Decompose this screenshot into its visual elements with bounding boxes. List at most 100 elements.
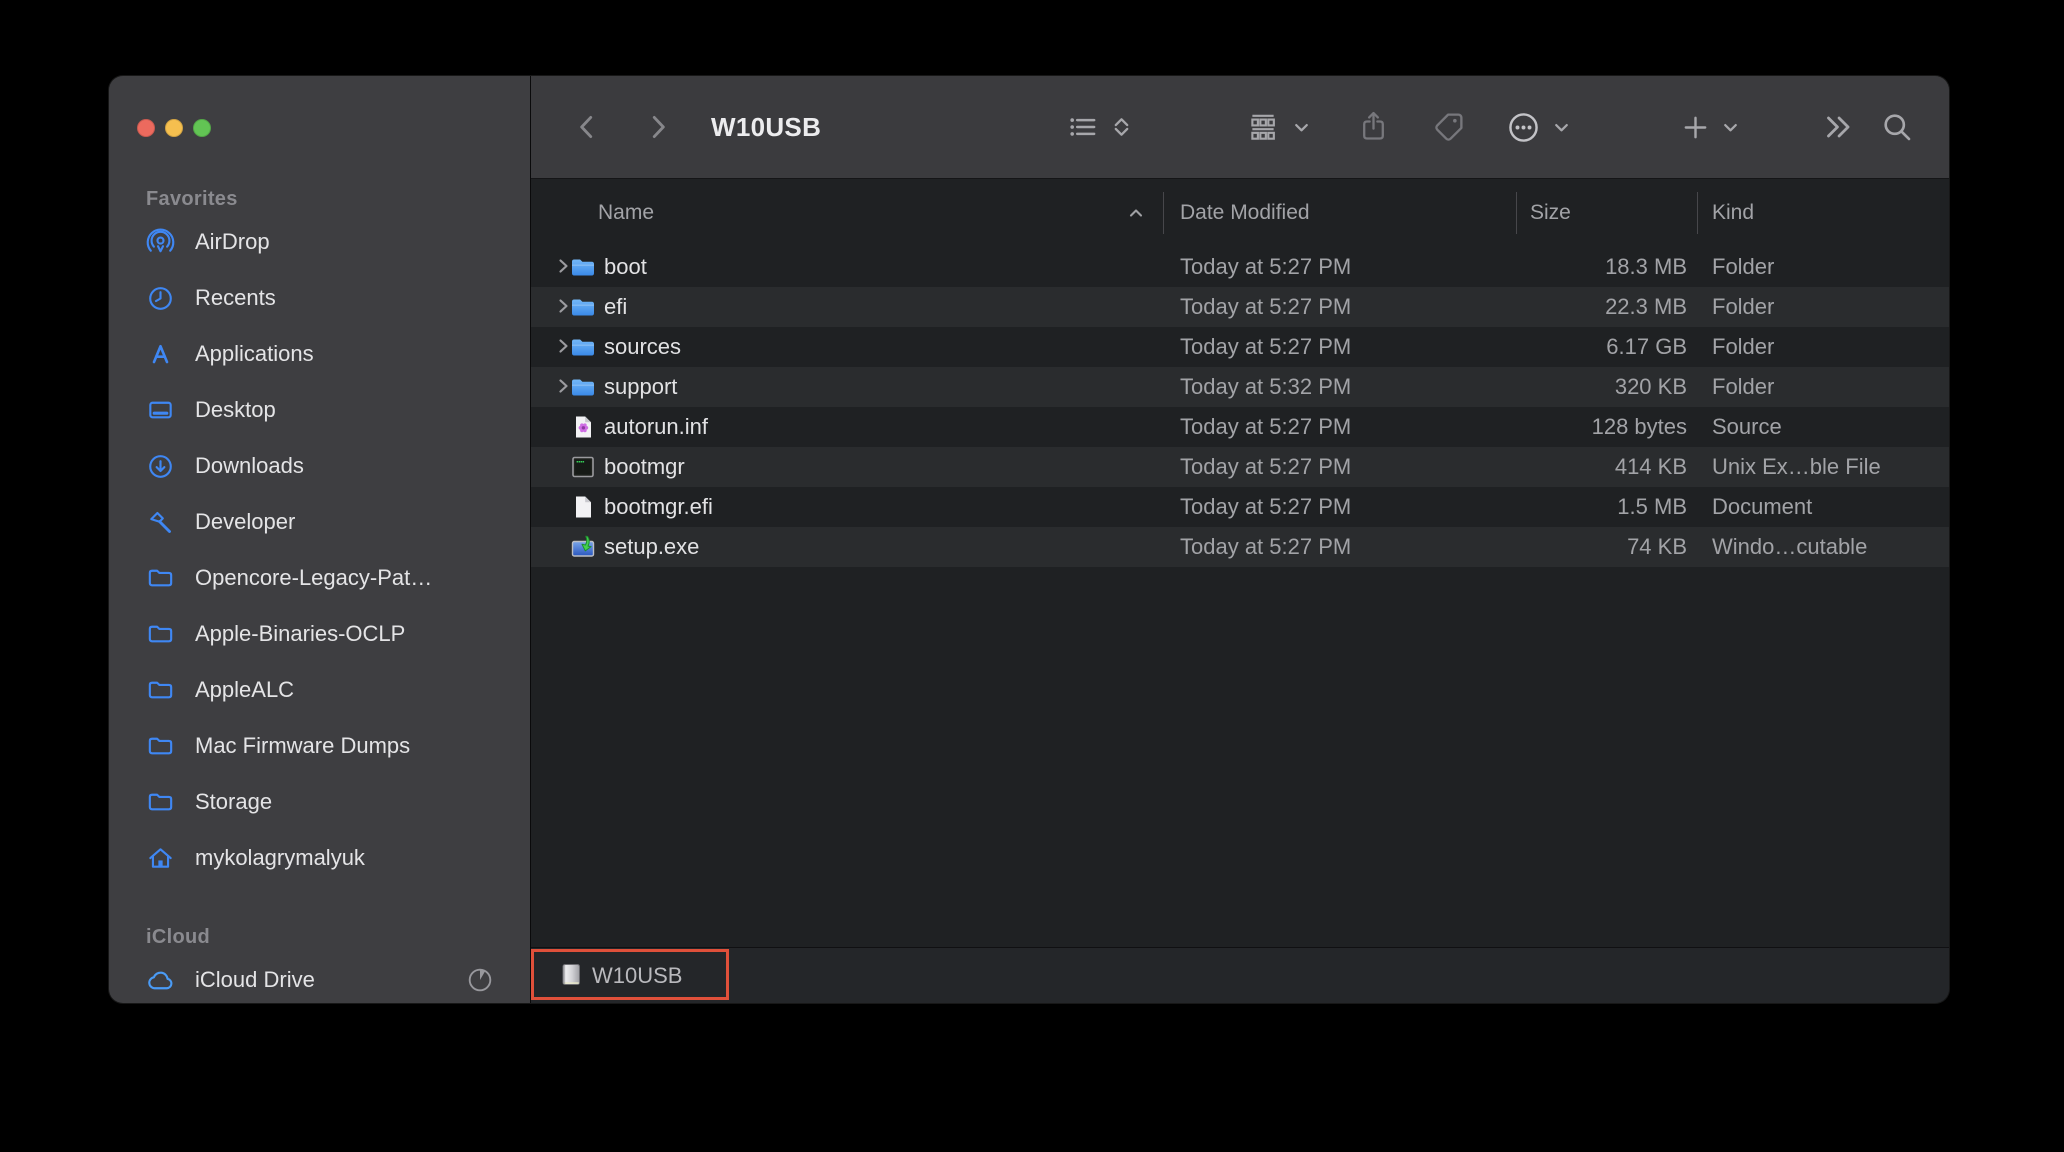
file-row-support[interactable]: support Today at 5:32 PM 320 KB Folder [531, 367, 1949, 407]
sidebar-item-apple-binaries-oclp[interactable]: Apple-Binaries-OCLP [109, 606, 530, 662]
file-name: sources [604, 334, 682, 359]
column-header-kind[interactable]: Kind [1712, 179, 1754, 247]
close-window-button[interactable] [137, 119, 155, 137]
column-separator[interactable] [1163, 192, 1164, 234]
sidebar-item-desktop[interactable]: Desktop [109, 382, 530, 438]
sidebar-item-label: AppleALC [195, 677, 295, 702]
share-button[interactable] [1349, 76, 1397, 178]
sidebar-item-label: Downloads [195, 453, 304, 478]
sidebar-item-label: Opencore-Legacy-Pat… [195, 565, 433, 590]
file-name: bootmgr [604, 454, 685, 479]
appstore-icon [145, 339, 176, 370]
sidebar-item-icloud-drive[interactable]: iCloud Drive [109, 952, 530, 1003]
sidebar-item-label: Developer [195, 509, 296, 534]
column-header-name[interactable]: Name [598, 179, 654, 247]
search-button[interactable] [1873, 76, 1921, 178]
minimize-window-button[interactable] [165, 119, 183, 137]
sidebar-item-label: Mac Firmware Dumps [195, 733, 411, 758]
file-row-boot[interactable]: boot Today at 5:27 PM 18.3 MB Folder [531, 247, 1949, 287]
column-separator[interactable] [1697, 192, 1698, 234]
file-row-setup-exe[interactable]: setup.exe Today at 5:27 PM 74 KB Windo…cuta… [531, 527, 1949, 567]
sidebar-item-mykolagrymalyuk[interactable]: mykolagrymalyuk [109, 830, 530, 886]
sidebar-item-label: AirDrop [195, 229, 270, 254]
file-row-bootmgr-efi[interactable]: bootmgr.efi Today at 5:27 PM 1.5 MB Documen… [531, 487, 1949, 527]
file-kind: Unix Ex…ble File [1712, 454, 1881, 479]
sidebar-item-applealc[interactable]: AppleALC [109, 662, 530, 718]
file-kind: Windo…cutable [1712, 534, 1868, 559]
doc-file-icon [570, 494, 596, 520]
sidebar: Favorites AirDrop Recents Applications Deskt… [109, 76, 530, 1003]
chevron-down-icon [1724, 123, 1737, 131]
file-row-bootmgr[interactable]: bootmgr Today at 5:27 PM 414 KB Unix Ex…ble… [531, 447, 1949, 487]
file-date-modified: Today at 5:27 PM [1180, 454, 1352, 479]
hammer-icon [145, 507, 176, 538]
group-by-icon [1250, 114, 1275, 140]
tags-button[interactable] [1425, 76, 1473, 178]
view-as-list-control[interactable] [1059, 76, 1137, 178]
file-size: 1.5 MB [1617, 494, 1687, 519]
sidebar-item-label: Applications [195, 341, 314, 366]
sidebar-item-downloads[interactable]: Downloads [109, 438, 530, 494]
toolbar: W10USB [531, 76, 1949, 179]
sidebar-item-mac-firmware-dumps[interactable]: Mac Firmware Dumps [109, 718, 530, 774]
sidebar-item-label: Desktop [195, 397, 276, 422]
main-pane: W10USB Name Date Modified Size Kind boot… [531, 76, 1949, 1003]
sync-progress-icon [465, 965, 495, 995]
file-date-modified: Today at 5:27 PM [1180, 334, 1352, 359]
sidebar-item-opencore-legacy-pat[interactable]: Opencore-Legacy-Pat… [109, 550, 530, 606]
volume-name: W10USB [592, 962, 683, 988]
sidebar-item-storage[interactable]: Storage [109, 774, 530, 830]
file-name: boot [604, 254, 647, 279]
chevron-left-icon [580, 116, 593, 138]
folder-file-icon [570, 254, 596, 280]
file-date-modified: Today at 5:27 PM [1180, 494, 1352, 519]
column-separator[interactable] [1516, 192, 1517, 234]
unix-file-icon [570, 454, 596, 480]
winexec-file-icon [570, 534, 596, 560]
file-size: 22.3 MB [1605, 294, 1687, 319]
file-kind: Document [1712, 494, 1813, 519]
file-date-modified: Today at 5:32 PM [1180, 374, 1352, 399]
sidebar-item-label: Storage [195, 789, 273, 814]
folder-icon [145, 731, 176, 762]
list-header: Name Date Modified Size Kind [531, 179, 1949, 247]
search-icon [1883, 113, 1910, 140]
back-button[interactable] [565, 76, 609, 178]
column-header-size[interactable]: Size [1530, 179, 1571, 247]
folder-icon [145, 619, 176, 650]
file-name: autorun.inf [604, 414, 708, 439]
folder-file-icon [570, 294, 596, 320]
forward-button[interactable] [636, 76, 680, 178]
file-row-efi[interactable]: efi Today at 5:27 PM 22.3 MB Folder [531, 287, 1949, 327]
clock-icon [145, 283, 176, 314]
zoom-window-button[interactable] [193, 119, 211, 137]
sidebar-item-label: iCloud Drive [195, 967, 315, 992]
file-list: boot Today at 5:27 PM 18.3 MB Folder efi Toda… [531, 247, 1949, 567]
sidebar-item-airdrop[interactable]: AirDrop [109, 214, 530, 270]
file-size: 320 KB [1614, 374, 1687, 399]
file-name: setup.exe [604, 534, 700, 559]
more-toolbar-items-button[interactable] [1814, 76, 1862, 178]
sidebar-item-applications[interactable]: Applications [109, 326, 530, 382]
chevron-down-icon [1555, 123, 1568, 131]
sidebar-item-label: Recents [195, 285, 276, 310]
cloud-icon [145, 965, 176, 996]
folder-icon [145, 675, 176, 706]
group-by-control[interactable] [1237, 76, 1317, 178]
status-bar: W10USB [531, 947, 1949, 1003]
more-actions-control[interactable] [1499, 76, 1577, 178]
sidebar-section: iCloud iCloud Drive [109, 922, 530, 1003]
file-row-sources[interactable]: sources Today at 5:27 PM 6.17 GB Folder [531, 327, 1949, 367]
file-name: bootmgr.efi [604, 494, 713, 519]
sidebar-item-developer[interactable]: Developer [109, 494, 530, 550]
folder-file-icon [570, 334, 596, 360]
new-item-control[interactable] [1677, 76, 1743, 178]
column-header-date[interactable]: Date Modified [1180, 179, 1310, 247]
desktop-icon [145, 395, 176, 426]
file-date-modified: Today at 5:27 PM [1180, 414, 1352, 439]
file-row-autorun-inf[interactable]: autorun.inf Today at 5:27 PM 128 bytes Sour… [531, 407, 1949, 447]
sidebar-item-label: mykolagrymalyuk [195, 845, 365, 870]
list-view-icon [1070, 118, 1096, 136]
chevron-down-icon [1294, 123, 1308, 131]
sidebar-item-recents[interactable]: Recents [109, 270, 530, 326]
